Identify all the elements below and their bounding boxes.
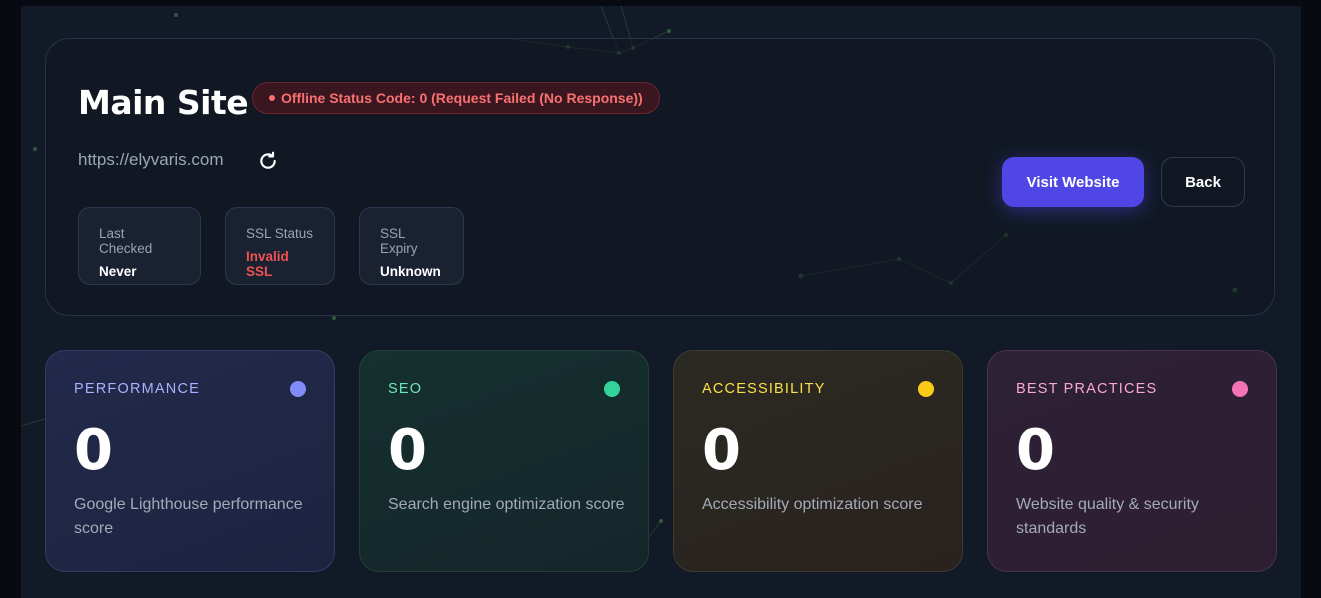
info-label: Last Checked: [99, 226, 153, 256]
info-ssl-status: SSL Status Invalid SSL: [225, 207, 335, 285]
back-button[interactable]: Back: [1161, 157, 1245, 207]
info-ssl-expiry: SSL Expiry Unknown: [359, 207, 464, 285]
metric-description: Google Lighthouse performance score: [74, 496, 303, 537]
metric-value: 0: [74, 418, 113, 483]
metric-description: Accessibility optimization score: [702, 496, 923, 513]
metric-dot: [918, 381, 934, 397]
metric-description: Website quality & security standards: [1016, 496, 1199, 537]
metric-card-performance: PERFORMANCE 0 Google Lighthouse performa…: [45, 350, 335, 572]
refresh-icon[interactable]: [257, 150, 279, 172]
metric-title: BEST PRACTICES: [1016, 381, 1158, 397]
metric-dot: [604, 381, 620, 397]
status-dot: [269, 95, 275, 101]
metric-card-accessibility: ACCESSIBILITY 0 Accessibility optimizati…: [673, 350, 963, 572]
site-url: https://elyvaris.com: [78, 150, 224, 169]
metric-value: 0: [1016, 418, 1055, 483]
info-value: Invalid SSL: [246, 249, 289, 279]
site-header-card: Main Site Offline Status Code: 0 (Reques…: [45, 38, 1275, 316]
metric-description: Search engine optimization score: [388, 496, 625, 513]
page-title: Main Site: [78, 83, 249, 122]
dashboard-frame: Main Site Offline Status Code: 0 (Reques…: [21, 6, 1301, 598]
metric-title: ACCESSIBILITY: [702, 381, 826, 397]
info-value: Unknown: [380, 264, 441, 279]
info-label: SSL Expiry: [380, 226, 418, 256]
metric-card-seo: SEO 0 Search engine optimization score: [359, 350, 649, 572]
metric-card-best-practices: BEST PRACTICES 0 Website quality & secur…: [987, 350, 1277, 572]
metric-dot: [1232, 381, 1248, 397]
info-value: Never: [99, 264, 137, 279]
visit-website-button[interactable]: Visit Website: [1002, 157, 1144, 207]
metric-dot: [290, 381, 306, 397]
metric-title: PERFORMANCE: [74, 381, 200, 397]
status-badge-text: Offline Status Code: 0 (Request Failed (…: [281, 90, 643, 106]
metric-value: 0: [388, 418, 427, 483]
info-label: SSL Status: [246, 226, 314, 241]
status-badge: Offline Status Code: 0 (Request Failed (…: [252, 82, 660, 114]
metric-title: SEO: [388, 381, 423, 397]
info-last-checked: Last Checked Never: [78, 207, 201, 285]
metric-value: 0: [702, 418, 741, 483]
